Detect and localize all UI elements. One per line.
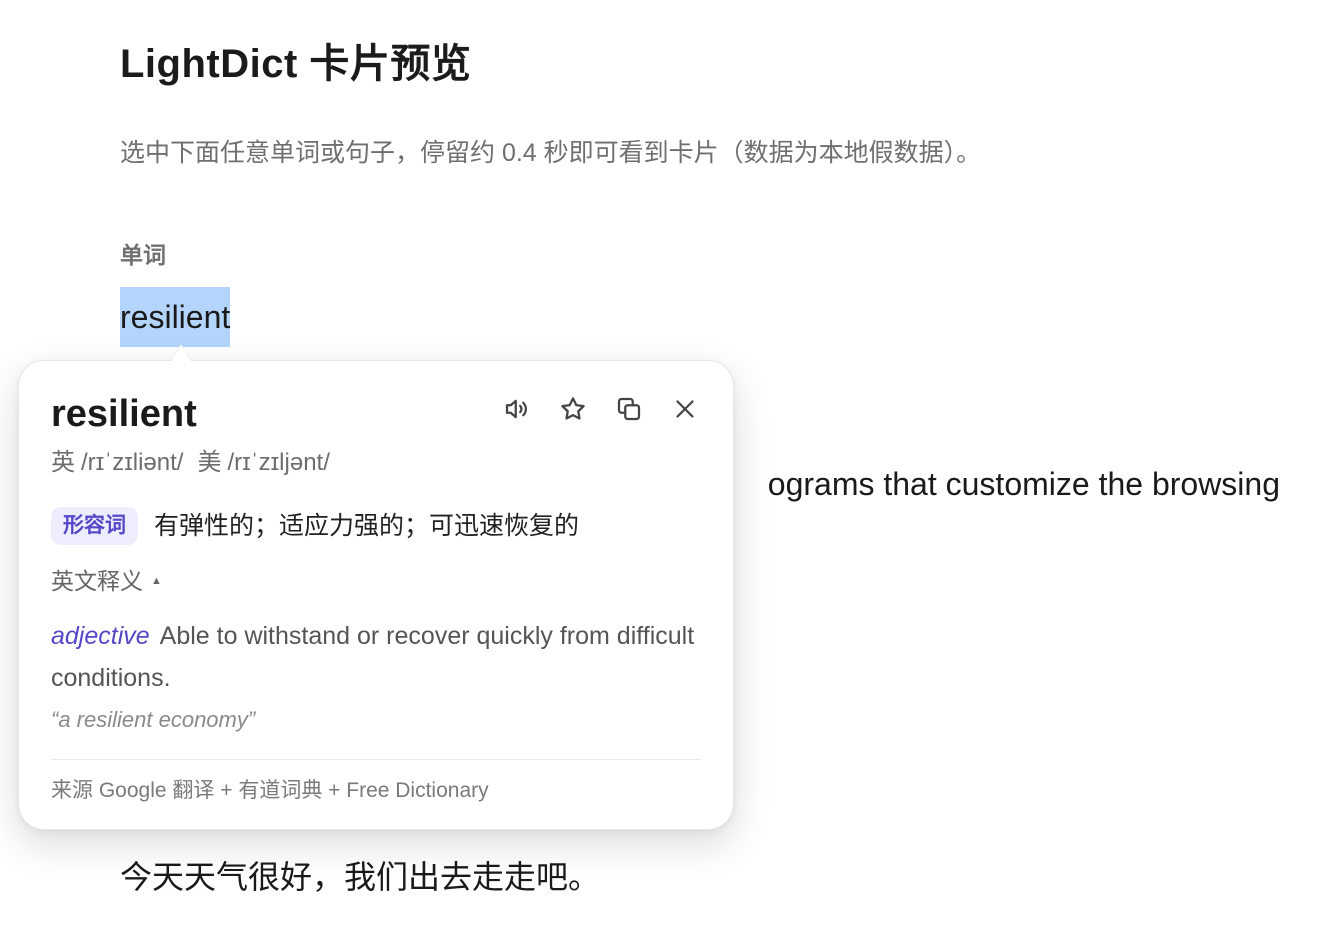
close-button[interactable]	[667, 391, 703, 427]
card-divider	[51, 759, 701, 760]
copy-icon	[617, 397, 641, 421]
phonetic-us-label: 美	[197, 449, 222, 476]
word-section-label: 单词	[120, 242, 166, 268]
page-title: LightDict 卡片预览	[120, 42, 472, 86]
card-actions	[499, 391, 703, 427]
close-icon	[676, 400, 694, 418]
english-definition-toggle[interactable]: 英文释义 ▲	[51, 565, 162, 597]
phonetic-uk[interactable]: 英 /rɪˈzɪliənt/	[51, 447, 183, 479]
caret-up-icon: ▲	[151, 575, 162, 587]
phonetic-uk-label: 英	[51, 449, 75, 476]
dictionary-card: resilient 英 /rɪˈzɪliənt/ 美 /rɪˈzɪljənt/ …	[18, 360, 734, 830]
chinese-definition: 有弹性的；适应力强的；可迅速恢复的	[154, 512, 580, 540]
chinese-definition-row: 形容词 有弹性的；适应力强的；可迅速恢复的	[51, 507, 579, 545]
sentence-sample[interactable]: 今天天气很好，我们出去走走吧。	[120, 855, 600, 899]
card-headword: resilient	[51, 393, 197, 435]
part-of-speech-badge: 形容词	[51, 507, 138, 545]
phonetics: 英 /rɪˈzɪliənt/ 美 /rɪˈzɪljənt/	[51, 447, 330, 479]
star-icon	[561, 397, 585, 420]
english-definition: adjective Able to withstand or recover qu…	[51, 615, 701, 699]
example-sentence: “a resilient economy”	[51, 707, 256, 732]
favorite-button[interactable]	[555, 391, 591, 427]
speak-button[interactable]	[499, 391, 535, 427]
english-definition-toggle-label: 英文释义	[51, 568, 143, 594]
phonetic-us[interactable]: 美 /rɪˈzɪljənt/	[197, 447, 329, 479]
preview-page: LightDict 卡片预览 选中下面任意单词或句子，停留约 0.4 秒即可看到…	[0, 0, 1318, 936]
copy-button[interactable]	[611, 391, 647, 427]
page-description: 选中下面任意单词或句子，停留约 0.4 秒即可看到卡片（数据为本地假数据）。	[120, 139, 982, 167]
phonetic-us-value: /rɪˈzɪljənt/	[227, 449, 330, 476]
selected-word-sample[interactable]: resilient	[120, 287, 231, 347]
phonetic-uk-value: /rɪˈzɪliənt/	[81, 449, 184, 476]
speaker-icon	[505, 399, 527, 419]
english-part-of-speech: adjective	[51, 622, 150, 650]
card-source: 来源 Google 翻译 + 有道词典 + Free Dictionary	[51, 779, 489, 802]
card-pointer-arrow	[171, 345, 191, 361]
